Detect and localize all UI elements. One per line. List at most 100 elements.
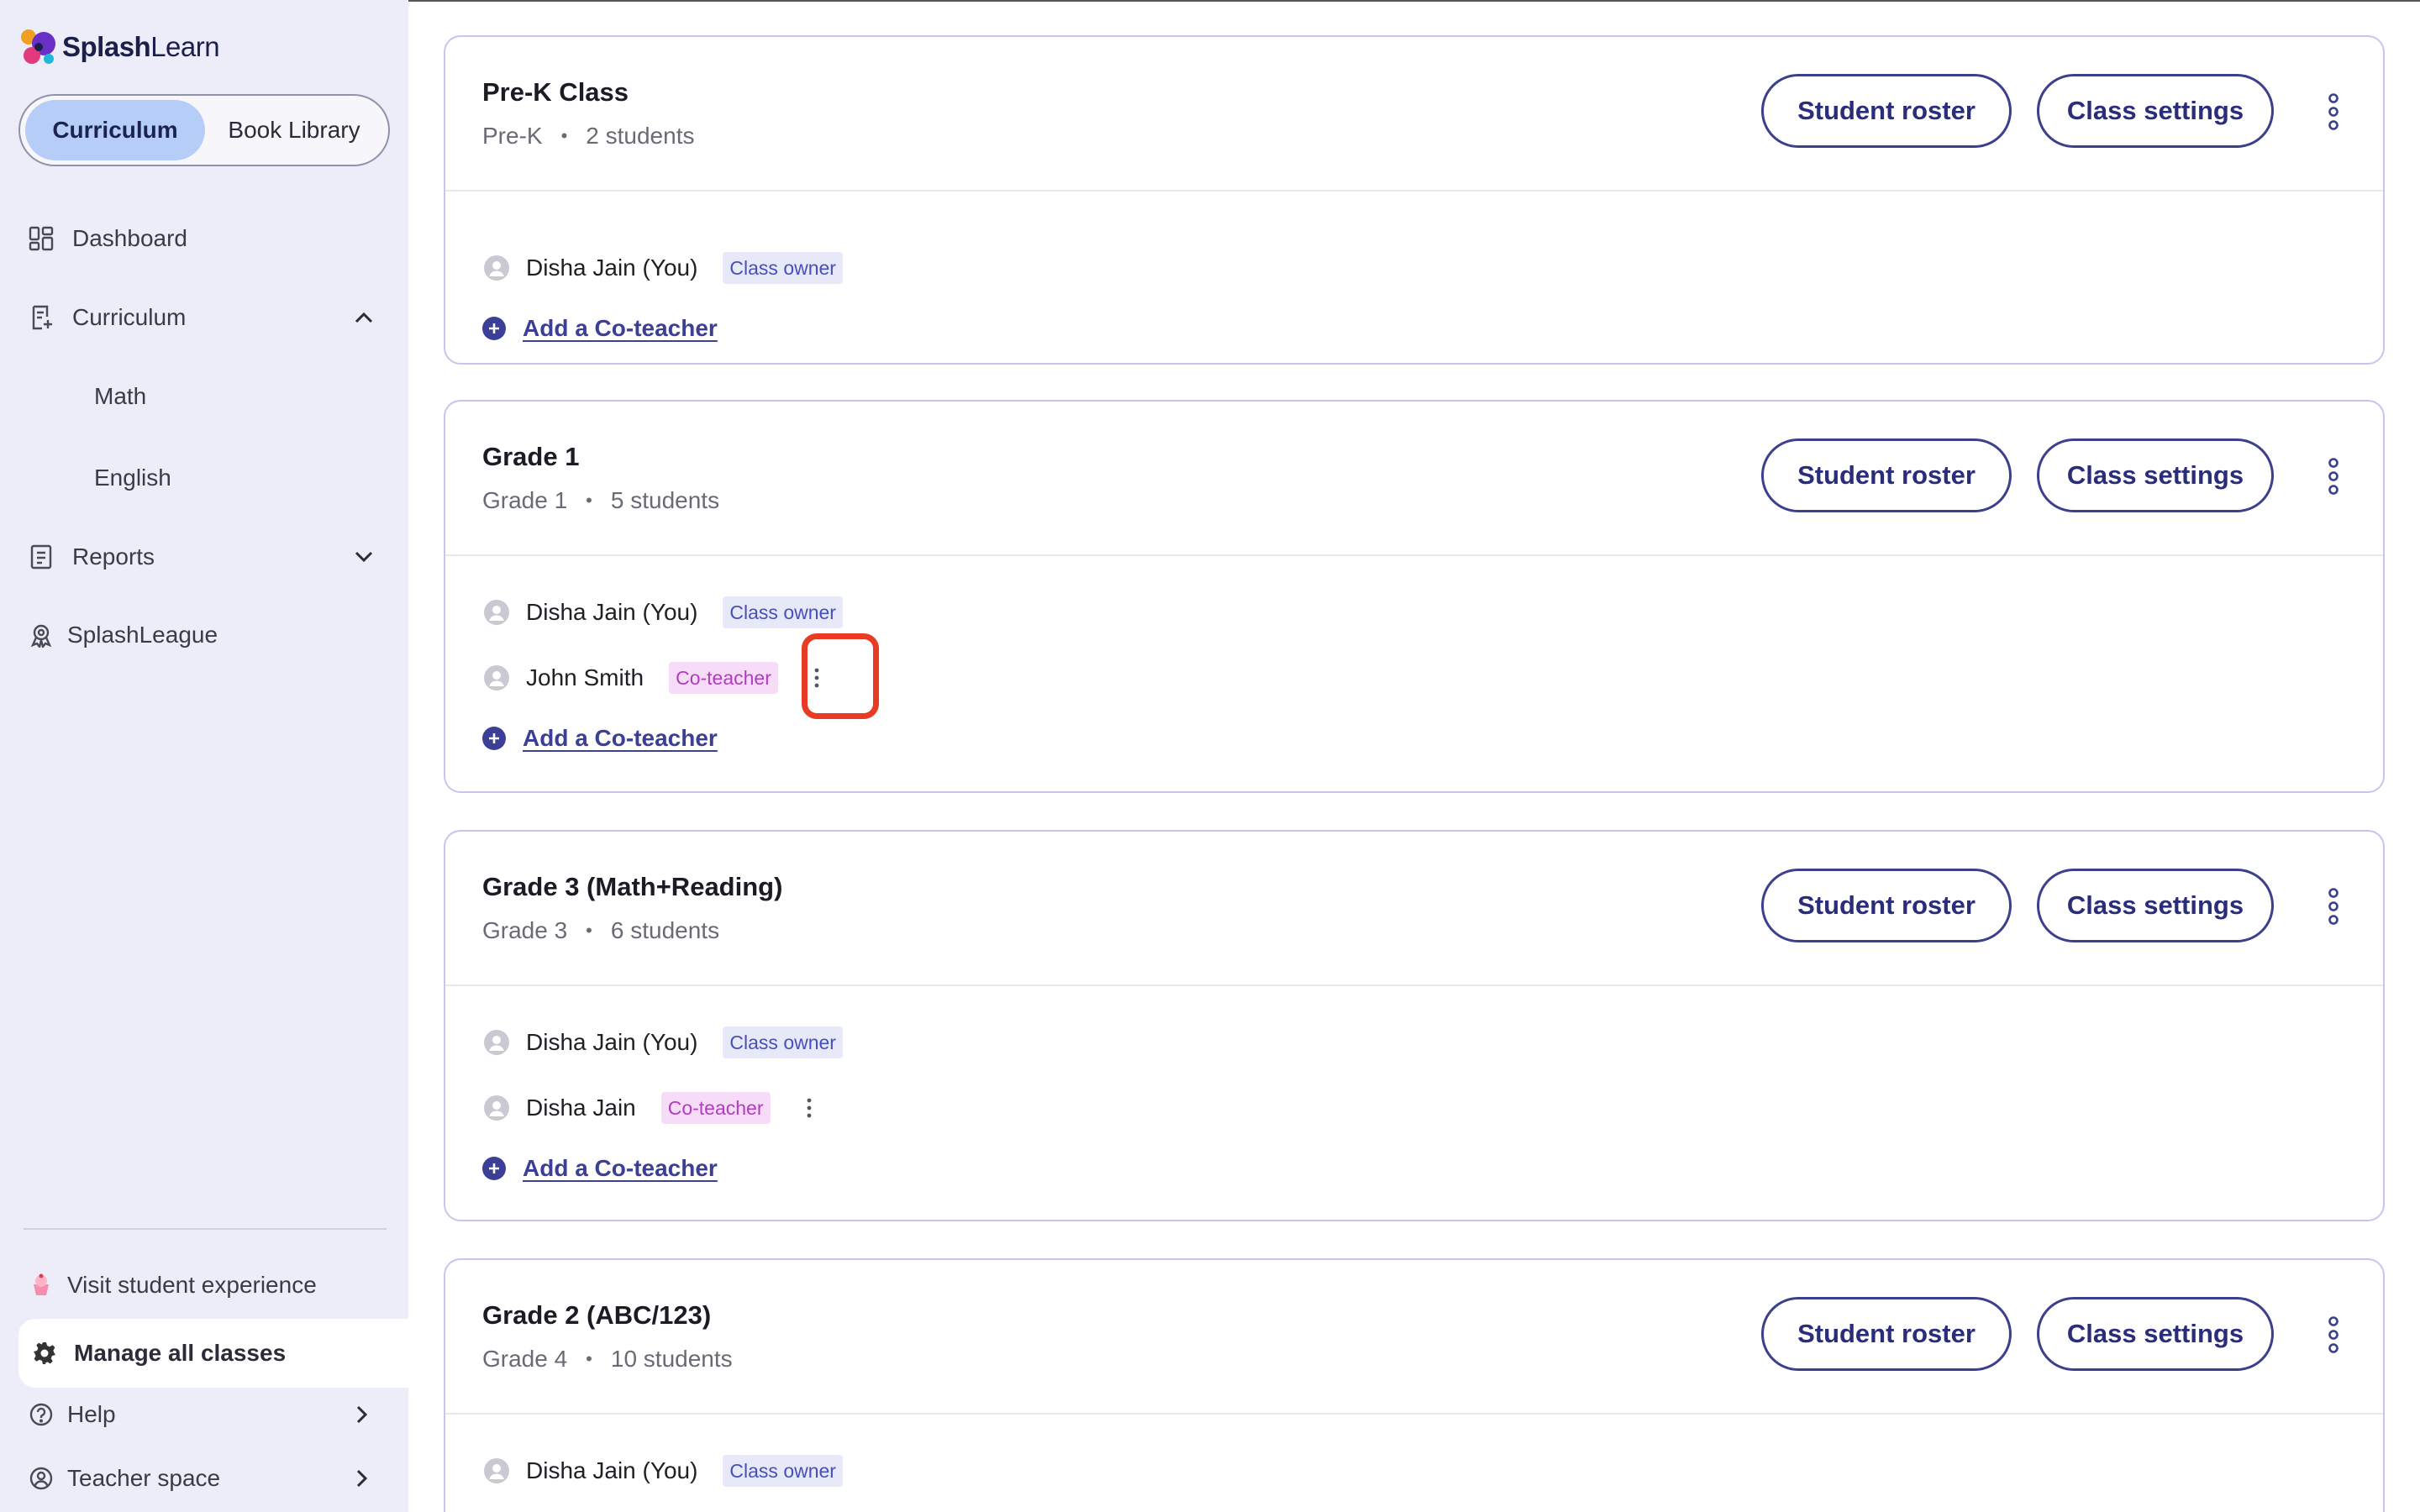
chevron-up-icon[interactable] — [350, 303, 378, 332]
class-owner-badge: Class owner — [723, 1026, 843, 1058]
class-card-header: Grade 3 (Math+Reading) Grade 3 • 6 stude… — [445, 832, 2383, 986]
class-students: 2 students — [586, 123, 695, 149]
class-settings-button[interactable]: Class settings — [2037, 1297, 2274, 1371]
plus-icon — [482, 727, 506, 750]
student-roster-button[interactable]: Student roster — [1761, 74, 2012, 148]
class-card: Pre-K Class Pre-K • 2 students Student r… — [444, 35, 2385, 365]
add-co-teacher-label: Add a Co-teacher — [523, 1155, 718, 1181]
class-title: Grade 1 — [482, 442, 580, 471]
teacher-name: Disha Jain (You) — [526, 599, 698, 625]
co-teacher-badge: Co-teacher — [669, 662, 778, 694]
class-menu-kebab-icon[interactable] — [2321, 1314, 2346, 1356]
class-card-header: Grade 2 (ABC/123) Grade 4 • 10 students … — [445, 1260, 2383, 1415]
class-grade: Grade 4 — [482, 1346, 568, 1372]
sidebar-item-teacher-space[interactable]: Teacher space — [27, 1455, 368, 1502]
avatar-icon — [482, 664, 511, 692]
class-subtitle: Grade 3 • 6 students — [482, 917, 719, 944]
class-card-header: Pre-K Class Pre-K • 2 students Student r… — [445, 37, 2383, 192]
sidebar-item-english[interactable]: English — [94, 454, 171, 501]
class-students: 6 students — [610, 917, 720, 943]
class-students: 10 students — [610, 1346, 733, 1372]
co-teacher-badge: Co-teacher — [660, 1092, 771, 1124]
teacher-row: Disha Jain (You) Class owner — [482, 591, 843, 633]
avatar-icon — [482, 598, 511, 627]
class-subtitle: Pre-K • 2 students — [482, 123, 694, 150]
teacher-icon — [27, 1464, 55, 1493]
avatar-icon — [482, 1028, 511, 1057]
sidebar-item-curriculum[interactable]: Curriculum — [27, 294, 373, 341]
splashlearn-logo-icon — [18, 27, 59, 67]
sidebar-item-label: Curriculum — [72, 304, 187, 330]
sidebar-item-dashboard[interactable]: Dashboard — [27, 215, 187, 262]
segmented-control: Curriculum Book Library — [18, 94, 390, 166]
chevron-down-icon[interactable] — [350, 543, 378, 571]
add-co-teacher-label: Add a Co-teacher — [523, 315, 718, 341]
class-settings-button[interactable]: Class settings — [2037, 869, 2274, 942]
class-menu-kebab-icon[interactable] — [2321, 455, 2346, 497]
add-co-teacher-link[interactable]: Add a Co-teacher — [482, 717, 718, 759]
manage-all-classes[interactable]: Manage all classes — [18, 1319, 408, 1388]
class-title: Grade 3 (Math+Reading) — [482, 872, 783, 901]
separator-dot: • — [560, 125, 568, 146]
chevron-right-icon[interactable] — [348, 1400, 376, 1429]
sidebar-item-label: Dashboard — [72, 225, 187, 251]
teacher-name: Disha Jain (You) — [526, 1457, 698, 1483]
chevron-right-icon[interactable] — [348, 1464, 376, 1493]
class-owner-badge: Class owner — [723, 1455, 843, 1487]
teacher-name: Disha Jain — [526, 1095, 636, 1121]
teacher-row: Disha Jain (You) Class owner — [482, 1021, 843, 1063]
highlight-box — [802, 633, 879, 719]
class-menu-kebab-icon[interactable] — [2321, 91, 2346, 133]
add-co-teacher-link[interactable]: Add a Co-teacher — [482, 1147, 718, 1189]
avatar-icon — [482, 1457, 511, 1485]
help-icon — [27, 1400, 55, 1429]
visit-student-experience[interactable]: Visit student experience — [27, 1262, 317, 1309]
avatar-icon — [482, 1094, 511, 1122]
sidebar-item-math[interactable]: Math — [94, 373, 146, 420]
class-grade: Grade 3 — [482, 917, 568, 943]
manage-label: Manage all classes — [74, 1340, 287, 1366]
teacher-name: Disha Jain (You) — [526, 1029, 698, 1055]
avatar-icon — [482, 254, 511, 282]
splashlearn-logo[interactable]: SplashLearn — [18, 25, 220, 69]
sidebar-divider — [24, 1228, 387, 1230]
segment-book-library[interactable]: Book Library — [205, 100, 383, 160]
separator-dot: • — [586, 490, 592, 511]
class-owner-badge: Class owner — [723, 596, 843, 628]
class-students: 5 students — [610, 487, 720, 513]
add-co-teacher-link[interactable]: Add a Co-teacher — [482, 307, 718, 349]
teacher-row: Disha Jain (You) Class owner — [482, 1450, 843, 1492]
student-roster-button[interactable]: Student roster — [1761, 869, 2012, 942]
class-settings-button[interactable]: Class settings — [2037, 438, 2274, 512]
class-menu-kebab-icon[interactable] — [2321, 885, 2346, 927]
help-label: Help — [67, 1401, 116, 1427]
brand-name: SplashLearn — [62, 31, 220, 62]
class-card-header: Grade 1 Grade 1 • 5 students Student ros… — [445, 402, 2383, 556]
teacher-row: Disha Jain Co-teacher — [482, 1087, 818, 1129]
reports-icon — [27, 543, 55, 571]
teacher-name: Disha Jain (You) — [526, 255, 698, 281]
class-owner-badge: Class owner — [723, 252, 843, 284]
class-card: Grade 1 Grade 1 • 5 students Student ros… — [444, 400, 2385, 793]
teacher-name: John Smith — [526, 664, 644, 690]
visit-label: Visit student experience — [67, 1272, 317, 1298]
top-border — [408, 0, 2420, 2]
gear-icon — [30, 1339, 59, 1368]
separator-dot: • — [586, 1348, 592, 1369]
dashboard-icon — [27, 224, 55, 253]
class-subtitle: Grade 1 • 5 students — [482, 487, 719, 514]
class-subtitle: Grade 4 • 10 students — [482, 1346, 733, 1373]
sidebar-item-splashleague[interactable]: SplashLeague — [27, 612, 218, 659]
teacher-menu-kebab-icon[interactable] — [801, 1094, 818, 1122]
add-co-teacher-label: Add a Co-teacher — [523, 725, 718, 751]
class-title: Grade 2 (ABC/123) — [482, 1300, 712, 1330]
segment-curriculum[interactable]: Curriculum — [25, 100, 205, 160]
sidebar-item-help[interactable]: Help — [27, 1391, 368, 1438]
sidebar-item-label: Reports — [72, 543, 155, 570]
class-title: Pre-K Class — [482, 77, 629, 107]
student-roster-button[interactable]: Student roster — [1761, 1297, 2012, 1371]
class-settings-button[interactable]: Class settings — [2037, 74, 2274, 148]
cupcake-icon — [27, 1271, 55, 1299]
student-roster-button[interactable]: Student roster — [1761, 438, 2012, 512]
sidebar-item-reports[interactable]: Reports — [27, 533, 373, 580]
